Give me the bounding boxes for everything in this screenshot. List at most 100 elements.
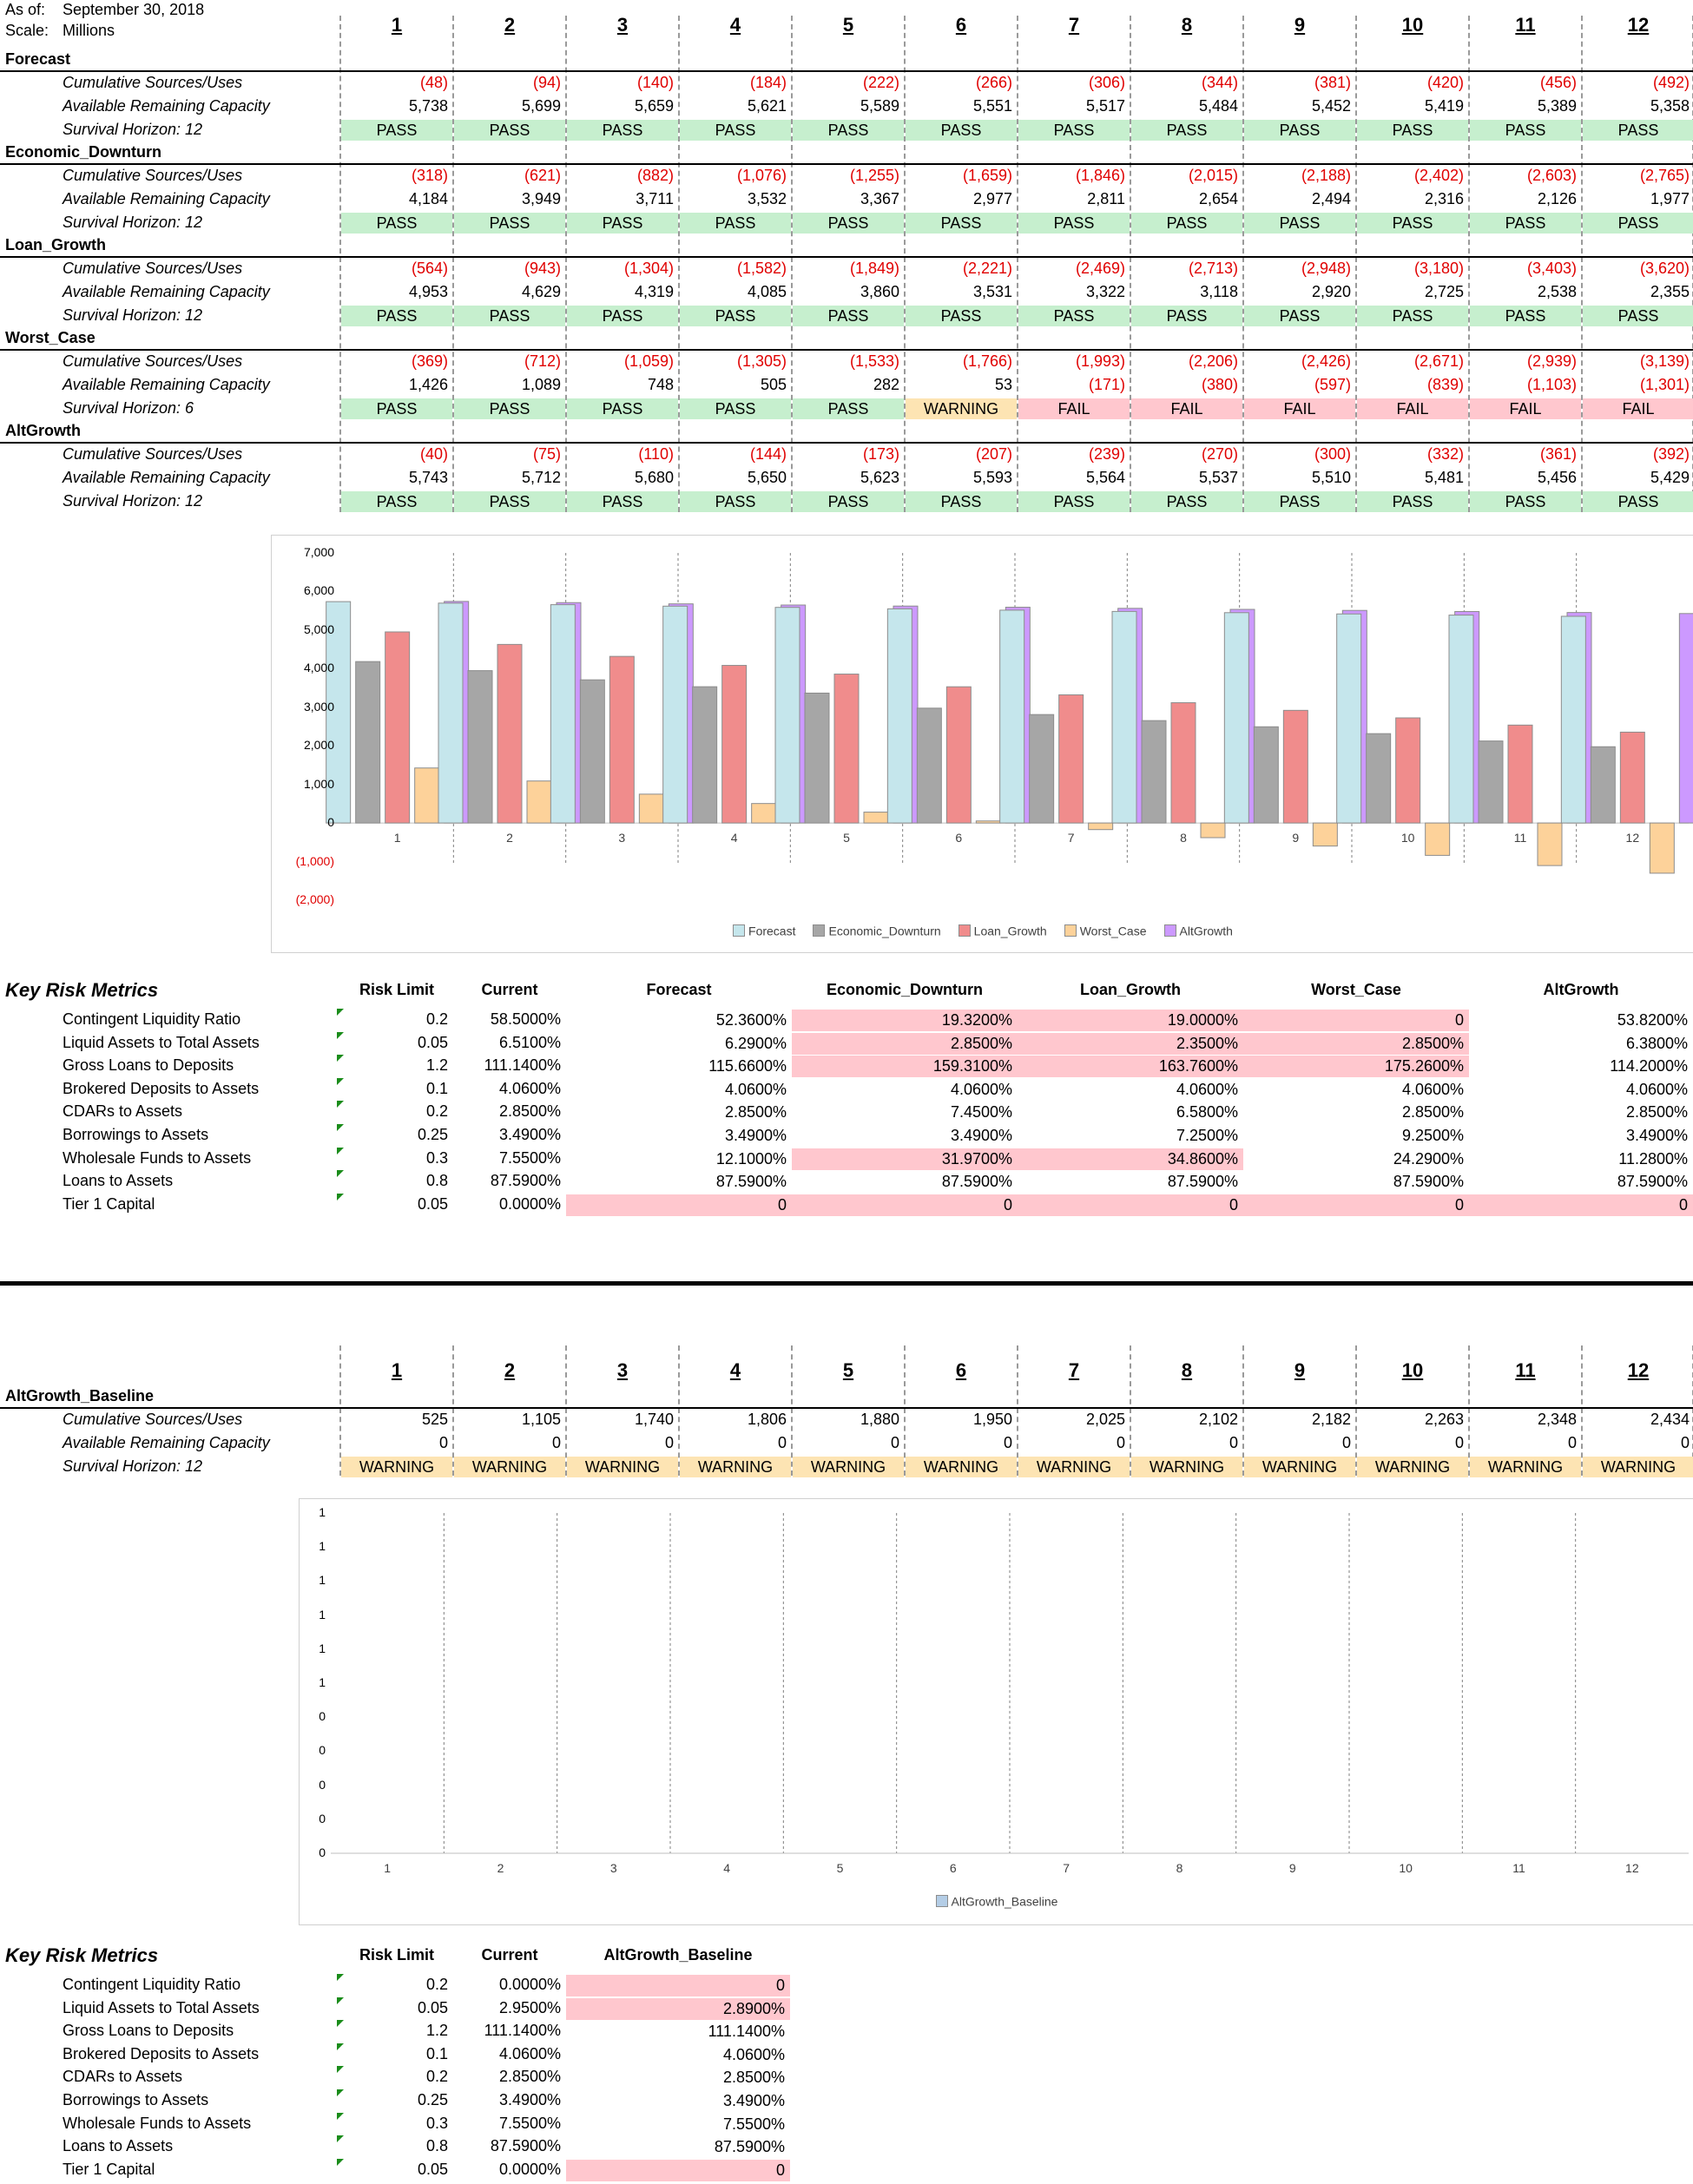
bar-loan-growth [1170, 702, 1196, 824]
krm-row-label: Gross Loans to Deposits [63, 1056, 234, 1075]
capacity-cell: 5,712 [521, 469, 561, 486]
krm-value: 34.8600% [1018, 1148, 1243, 1170]
krm-limit: 1.2 [425, 2022, 448, 2040]
bar-economic-downturn [467, 670, 493, 824]
cumulative-cell: (2,206) [1188, 352, 1238, 370]
bar-forecast [1111, 610, 1137, 824]
status-badge: WARNING [454, 1457, 565, 1477]
status-badge: FAIL [1018, 398, 1130, 419]
bar-worst-case [1649, 822, 1675, 874]
x-tick-label: 9 [1289, 1861, 1296, 1875]
status-badge: WARNING [1018, 1457, 1130, 1477]
cumulative-cell: (3,139) [1639, 352, 1690, 370]
krm-value: 4.0600% [1401, 1080, 1464, 1098]
status-badge: PASS [341, 306, 452, 326]
cumulative-cell: 2,102 [1198, 1411, 1238, 1428]
bar-worst-case [1088, 822, 1114, 831]
status-badge: PASS [1018, 213, 1130, 234]
y-tick-label: 1 [319, 1607, 326, 1622]
status-badge: WARNING [906, 1457, 1017, 1477]
krm-value: 3.4900% [950, 1127, 1012, 1144]
column-header: 4 [729, 1359, 741, 1381]
krm-value: 9.2500% [1401, 1127, 1464, 1144]
krm-value: 2.8500% [722, 2069, 785, 2087]
capacity-cell: 0 [1003, 1434, 1012, 1451]
bar-economic-downturn [1478, 740, 1504, 824]
bar-economic-downturn [916, 707, 942, 824]
status-badge: PASS [680, 491, 791, 512]
capacity-cell: 5,738 [408, 97, 448, 115]
y-tick-label: 0 [319, 1743, 326, 1758]
legend-item: Loan_Growth [958, 923, 1047, 937]
krm-current: 3.4900% [498, 1126, 561, 1143]
y-tick-label: 2,000 [303, 738, 334, 753]
column-header: 1 [391, 14, 403, 36]
krm-header: Forecast [646, 981, 712, 998]
legend-label: Loan_Growth [973, 924, 1047, 938]
capacity-cell: 5,537 [1198, 469, 1238, 486]
krm-value: 53.8200% [1617, 1011, 1688, 1029]
status-badge: PASS [680, 120, 791, 141]
krm-value: 4.0600% [950, 1080, 1012, 1098]
status-badge: PASS [1131, 491, 1242, 512]
krm-limit: 0.1 [425, 1079, 448, 1097]
krm-value: 115.6600% [708, 1057, 787, 1076]
krm-header: Economic_Downturn [826, 981, 983, 998]
status-badge: FAIL [1244, 398, 1355, 419]
bar-worst-case [863, 812, 889, 824]
x-tick-label: 10 [1399, 1861, 1413, 1875]
bar-forecast [886, 608, 912, 824]
y-tick-label: 0 [319, 1709, 326, 1724]
krm-row-label: Contingent Liquidity Ratio [63, 1976, 241, 1993]
capacity-cell: 5,623 [860, 469, 899, 486]
capacity-cell: 5,680 [634, 469, 674, 486]
krm-current: 6.5100% [498, 1033, 561, 1051]
column-header: 2 [504, 14, 516, 36]
krm-value: 0 [566, 1194, 792, 1216]
cumulative-cell: (2,188) [1301, 167, 1351, 184]
krm-current: 87.5900% [490, 2137, 561, 2155]
column-header: 8 [1181, 1359, 1193, 1381]
capacity-cell: 2,811 [1087, 190, 1125, 207]
cumulative-cell: (564) [411, 260, 448, 277]
krm-row-label: Liquid Assets to Total Assets [63, 1033, 260, 1051]
capacity-cell: 5,517 [1085, 97, 1125, 115]
cumulative-cell: (1,076) [736, 167, 787, 184]
legend-label: Worst_Case [1079, 924, 1147, 938]
capacity-cell: 2,977 [972, 190, 1012, 207]
krm-limit: 0.25 [417, 2091, 448, 2108]
capacity-cell: 3,118 [1200, 283, 1238, 300]
y-tick-label: 0 [327, 815, 334, 830]
krm-limit: 0.05 [417, 1194, 448, 1213]
cumulative-cell: (3,403) [1526, 260, 1577, 277]
capacity-cell: 2,654 [1198, 190, 1238, 207]
column-header: 11 [1515, 1359, 1536, 1381]
status-badge: PASS [567, 491, 678, 512]
cumulative-cell: 1,740 [634, 1411, 674, 1428]
capacity-cell: 5,593 [972, 469, 1012, 486]
column-header: 1 [391, 1359, 403, 1381]
krm-limit: 0.05 [417, 2160, 448, 2178]
krm-value: 11.2800% [1618, 1149, 1688, 1168]
as-of-line: As of: September 30, 2018 [5, 0, 204, 19]
cumulative-cell: 1,880 [860, 1411, 899, 1428]
capacity-cell: 2,355 [1650, 283, 1690, 300]
y-tick-label: (1,000) [295, 853, 334, 868]
baseline-chart-svg: 1 2 3 4 5 6 7 8 9 10 11 12 [331, 1513, 1689, 1875]
krm-limit: 0.2 [425, 1102, 448, 1121]
capacity-cell: 5,358 [1650, 97, 1690, 115]
status-badge: PASS [793, 491, 904, 512]
krm-value: 0 [792, 1194, 1018, 1216]
krm-header: Risk Limit [359, 981, 435, 998]
krm-current: 3.4900% [498, 2091, 561, 2108]
cumulative-cell: (207) [975, 445, 1012, 463]
status-badge: PASS [1018, 491, 1130, 512]
x-tick-label: 1 [394, 831, 401, 845]
krm-limit: 0.1 [425, 2044, 448, 2062]
chart-legend: Forecast Economic_Downturn Loan_Growth Wors… [272, 923, 1693, 937]
status-badge: WARNING [567, 1457, 678, 1477]
bar-loan-growth [1058, 694, 1084, 824]
row-label-capacity: Available Remaining Capacity [63, 97, 270, 115]
legend-label: AltGrowth_Baseline [951, 1894, 1058, 1909]
capacity-cell: 2,126 [1537, 190, 1577, 207]
